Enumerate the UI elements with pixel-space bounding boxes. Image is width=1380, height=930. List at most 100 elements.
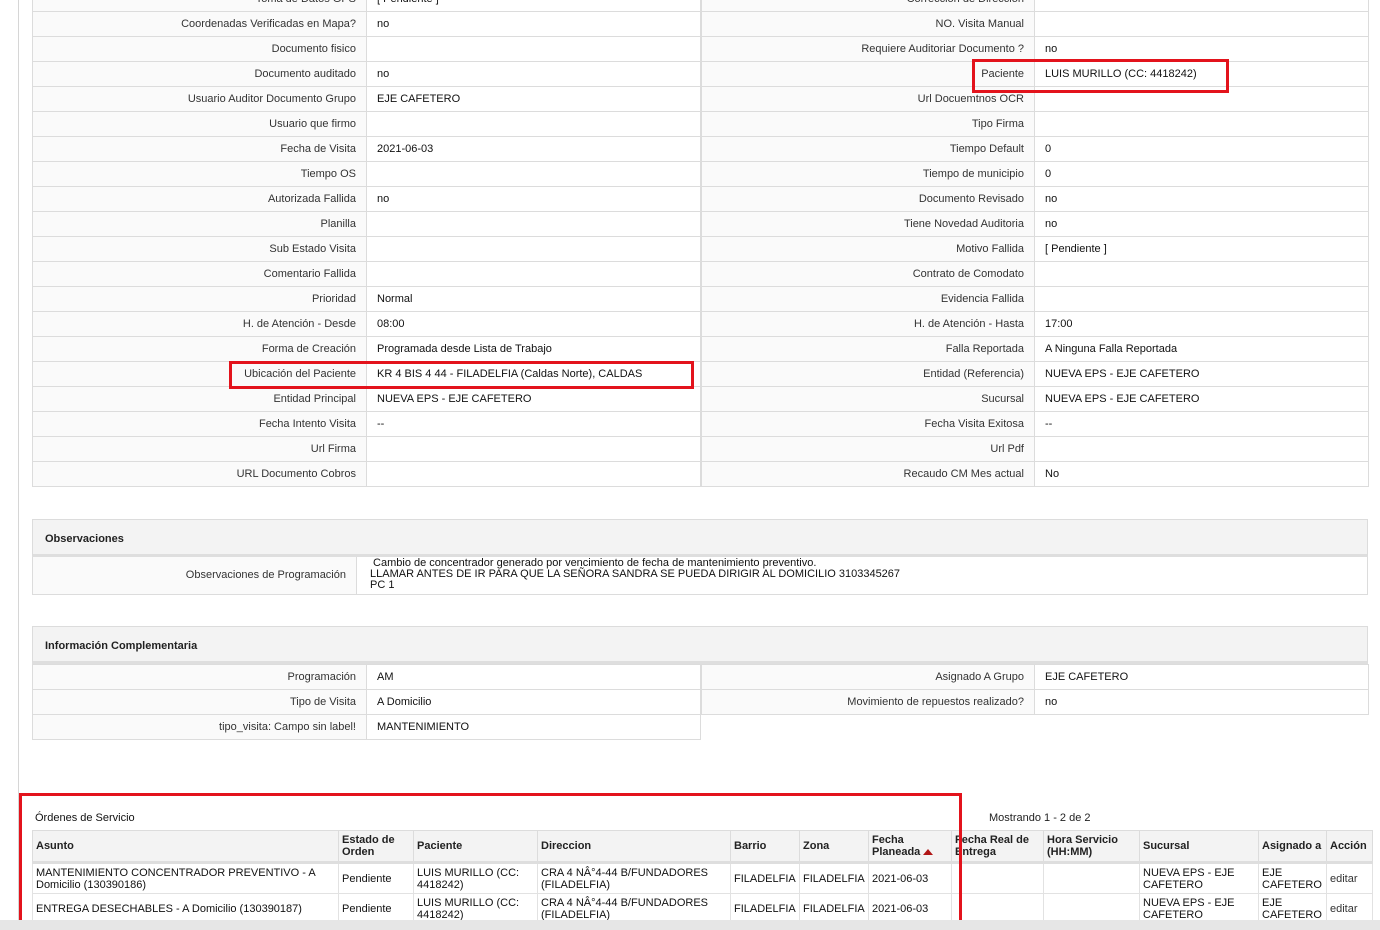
field-label: Movimiento de repuestos realizado? xyxy=(699,689,1035,715)
order-cell-zona: FILADELFIA xyxy=(799,893,869,924)
column-header-label: Sucursal xyxy=(1143,840,1190,852)
detail-row: Url Firma Url Pdf xyxy=(32,436,1369,462)
orders-column-header[interactable]: Hora Servicio (HH:MM) xyxy=(1043,830,1140,864)
edit-order-link[interactable]: editar xyxy=(1330,873,1358,885)
order-cell-fecha-real xyxy=(951,893,1044,924)
orders-column-header[interactable]: Acción xyxy=(1326,830,1373,864)
field-value: no xyxy=(1034,689,1369,715)
orders-column-header[interactable]: Sucursal xyxy=(1139,830,1259,864)
field-value: LUIS MURILLO (CC: 4418242) xyxy=(1034,61,1369,87)
field-value: no xyxy=(366,61,701,87)
field-value: -- xyxy=(366,411,701,437)
detail-row: Usuario Auditor Documento Grupo EJE CAFET… xyxy=(32,86,1369,112)
field-value xyxy=(1034,286,1369,312)
edit-order-link[interactable]: editar xyxy=(1330,903,1358,915)
field-value xyxy=(366,161,701,187)
field-label: Sub Estado Visita xyxy=(32,236,367,262)
complementaria-row: Tipo de Visita A Domicilio Movimiento de r… xyxy=(32,689,1369,715)
field-label: URL Documento Cobros xyxy=(32,461,367,487)
order-cell-accion: editar xyxy=(1326,893,1373,924)
field-label: Url Docuemtnos OCR xyxy=(699,86,1035,112)
order-cell-estado: Pendiente xyxy=(338,862,414,894)
observaciones-title: Observaciones xyxy=(32,519,1368,557)
field-label: Fecha de Visita xyxy=(32,136,367,162)
order-cell-paciente: LUIS MURILLO (CC: 4418242) xyxy=(413,862,538,894)
field-value: KR 4 BIS 4 44 - FILADELFIA (Caldas Norte… xyxy=(366,361,701,387)
field-value xyxy=(1034,0,1369,12)
order-cell-direccion: CRA 4 NÂ°4-44 B/FUNDADORES (FILADELFIA) xyxy=(537,862,731,894)
orders-table: Asunto Estado de Orden Paciente Direccion Ba… xyxy=(32,830,1373,924)
field-value xyxy=(1034,11,1369,37)
field-value: NUEVA EPS - EJE CAFETERO xyxy=(1034,361,1369,387)
order-cell-sucursal: NUEVA EPS - EJE CAFETERO xyxy=(1139,862,1259,894)
detail-row: Comentario Fallida Contrato de Comodato xyxy=(32,261,1369,287)
complementaria-title: Información Complementaria xyxy=(32,626,1368,664)
detail-row: Sub Estado Visita Motivo Fallida[ Pendien… xyxy=(32,236,1369,262)
orders-column-header[interactable]: Estado de Orden xyxy=(338,830,414,864)
field-value xyxy=(1034,111,1369,137)
field-value xyxy=(366,261,701,287)
orders-column-header[interactable]: Paciente xyxy=(413,830,538,864)
field-label: H. de Atención - Desde xyxy=(32,311,367,337)
field-label: Tiempo Default xyxy=(699,136,1035,162)
field-value: No xyxy=(1034,461,1369,487)
order-cell-fecha-planeada: 2021-06-03 xyxy=(868,893,952,924)
orders-title: Órdenes de Servicio xyxy=(35,812,135,824)
detail-row: Toma de Datos GPS[ Pendiente ]Corrección… xyxy=(32,0,1369,12)
orders-column-header[interactable]: Direccion xyxy=(537,830,731,864)
field-value: 0 xyxy=(1034,161,1369,187)
orders-column-header[interactable]: Fecha Planeada xyxy=(868,830,952,864)
field-value: 2021-06-03 xyxy=(366,136,701,162)
field-label: Url Pdf xyxy=(699,436,1035,462)
field-label: Paciente xyxy=(699,61,1035,87)
field-label: Falla Reportada xyxy=(699,336,1035,362)
order-cell-paciente: LUIS MURILLO (CC: 4418242) xyxy=(413,893,538,924)
field-value xyxy=(366,461,701,487)
orders-column-header[interactable]: Barrio xyxy=(730,830,800,864)
field-label: Forma de Creación xyxy=(32,336,367,362)
field-value: 0 xyxy=(1034,136,1369,162)
field-value: [ Pendiente ] xyxy=(1034,236,1369,262)
detail-row: Forma de Creación Programada desde Lista … xyxy=(32,336,1369,362)
field-value: AM xyxy=(366,664,701,690)
field-value: NUEVA EPS - EJE CAFETERO xyxy=(366,386,701,412)
field-label: Usuario Auditor Documento Grupo xyxy=(32,86,367,112)
sort-ascending-icon[interactable] xyxy=(923,849,934,856)
column-header-label: Fecha Real de Entrega xyxy=(955,834,1029,858)
order-cell-accion: editar xyxy=(1326,862,1373,894)
field-label: Tiempo de municipio xyxy=(699,161,1035,187)
detail-row: Autorizada Fallida no Documento Revisado no xyxy=(32,186,1369,212)
column-header-label: Barrio xyxy=(734,840,767,852)
field-label: Sucursal xyxy=(699,386,1035,412)
orders-column-header[interactable]: Fecha Real de Entrega xyxy=(951,830,1044,864)
field-value xyxy=(366,111,701,137)
order-cell-estado: Pendiente xyxy=(338,893,414,924)
field-label: Ubicación del Paciente xyxy=(32,361,367,387)
orders-column-header[interactable]: Asunto xyxy=(32,830,339,864)
orders-column-header[interactable]: Asignado a xyxy=(1258,830,1327,864)
column-header-label: Fecha Planeada xyxy=(872,834,921,858)
field-label: Usuario que firmo xyxy=(32,111,367,137)
field-value: EJE CAFETERO xyxy=(1034,664,1369,690)
field-value: -- xyxy=(1034,411,1369,437)
order-cell-asunto: MANTENIMIENTO CONCENTRADOR PREVENTIVO - … xyxy=(32,862,339,894)
field-label: Contrato de Comodato xyxy=(699,261,1035,287)
complementaria-row: Programación AM Asignado A Grupo EJE CAFETE… xyxy=(32,664,1369,690)
orders-pagination-count: Mostrando 1 - 2 de 2 xyxy=(989,812,1091,824)
horizontal-scrollbar[interactable] xyxy=(0,920,1380,930)
order-cell-fecha-planeada: 2021-06-03 xyxy=(868,862,952,894)
column-header-label: Asignado a xyxy=(1262,840,1322,852)
orders-column-header[interactable]: Zona xyxy=(799,830,869,864)
field-label: Fecha Intento Visita xyxy=(32,411,367,437)
field-label: tipo_visita: Campo sin label! xyxy=(32,714,367,740)
column-header-label: Acción xyxy=(1330,840,1367,852)
field-label: Corrección de Dirección xyxy=(699,0,1035,12)
field-label: Asignado A Grupo xyxy=(699,664,1035,690)
detail-row: Documento fisico Requiere Auditoriar Docu… xyxy=(32,36,1369,62)
field-label: Tipo de Visita xyxy=(32,689,367,715)
field-label: Fecha Visita Exitosa xyxy=(699,411,1035,437)
field-label: Prioridad xyxy=(32,286,367,312)
field-value xyxy=(1034,261,1369,287)
field-label: Comentario Fallida xyxy=(32,261,367,287)
field-value: no xyxy=(1034,211,1369,237)
